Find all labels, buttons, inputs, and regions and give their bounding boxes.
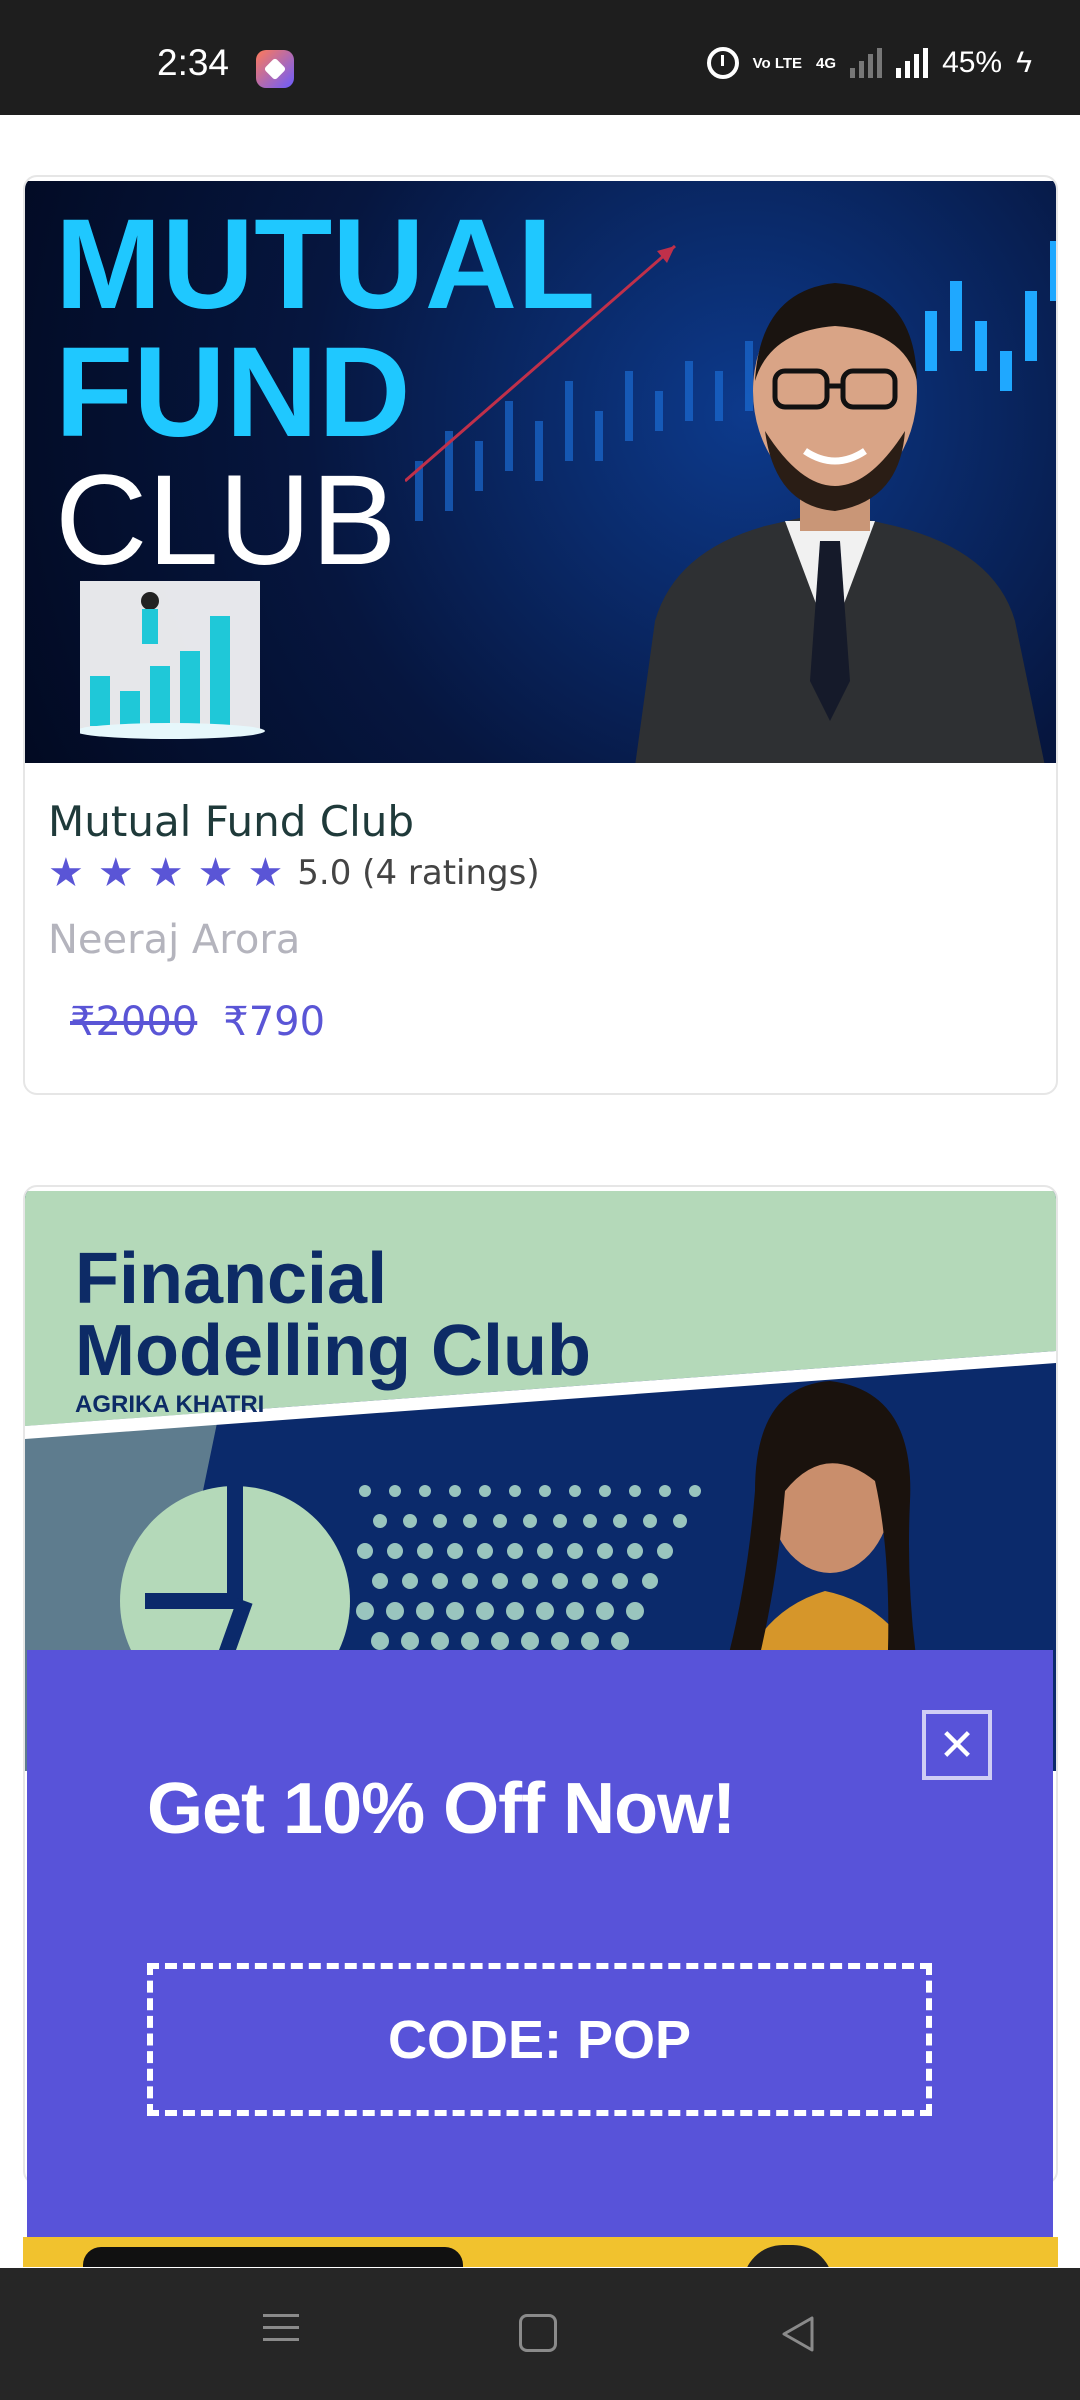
- course-thumbnail[interactable]: MUTUAL FUND CLUB: [25, 181, 1056, 763]
- thumbnail-title: Financial Modelling Club AGRIKA KHATRI: [75, 1239, 591, 1418]
- thumbnail-title-fragment: [83, 2247, 463, 2267]
- rating-row: ★ ★ ★ ★ ★ 5.0 (4 ratings): [48, 853, 540, 893]
- star-icon: ★: [97, 850, 134, 896]
- status-time: 2:34: [157, 42, 230, 83]
- signal-icon-sim2: [896, 48, 929, 78]
- navigation-bar: [0, 2268, 1080, 2400]
- alarm-icon: [706, 47, 739, 79]
- course-info: Mutual Fund Club ★ ★ ★ ★ ★ 5.0 (4 rating…: [25, 767, 1056, 1093]
- course-card[interactable]: MUTUAL FUND CLUB Mutual Fund Club ★ ★ ★ …: [23, 175, 1058, 1095]
- app-notification-icon: [256, 50, 294, 88]
- instructor-photo: [635, 283, 1045, 763]
- home-icon[interactable]: [519, 2314, 557, 2352]
- charging-icon: ϟ: [1016, 46, 1032, 79]
- price-row: ₹2000 ₹790: [70, 999, 325, 1045]
- star-icon: ★: [247, 850, 284, 896]
- original-price: ₹2000: [70, 999, 198, 1045]
- course-title[interactable]: Mutual Fund Club: [48, 797, 414, 846]
- thumbnail-title: MUTUAL FUND CLUB: [55, 193, 596, 592]
- volte-indicator: Vo LTE: [752, 54, 803, 72]
- discount-popup: ✕ Get 10% Off Now! CODE: POP: [27, 1650, 1053, 2237]
- status-icons: Vo LTE 4G 45% ϟ: [706, 46, 1032, 80]
- star-icon: ★: [197, 850, 234, 896]
- status-bar: 2:34 Vo LTE 4G 45% ϟ: [0, 0, 1080, 115]
- star-icon: ★: [48, 850, 84, 896]
- battery-level: 45%: [942, 46, 1003, 79]
- close-icon[interactable]: ✕: [922, 1710, 992, 1780]
- coupon-code-box[interactable]: CODE: POP: [147, 1963, 932, 2116]
- rating-text: 5.0 (4 ratings): [297, 853, 540, 893]
- signal-icon-sim1: [850, 48, 883, 78]
- network-type: 4G: [816, 54, 837, 72]
- instructor-photo-fragment: [743, 2245, 833, 2267]
- star-icon: ★: [147, 850, 184, 896]
- course-card-peek[interactable]: [23, 2237, 1058, 2267]
- growth-chart-illustration: [80, 581, 265, 739]
- popup-heading: Get 10% Off Now!: [147, 1769, 736, 1849]
- back-icon[interactable]: [778, 2314, 818, 2354]
- sale-price: ₹790: [223, 999, 326, 1045]
- instructor-name: Neeraj Arora: [48, 917, 301, 963]
- menu-icon[interactable]: [263, 2314, 303, 2354]
